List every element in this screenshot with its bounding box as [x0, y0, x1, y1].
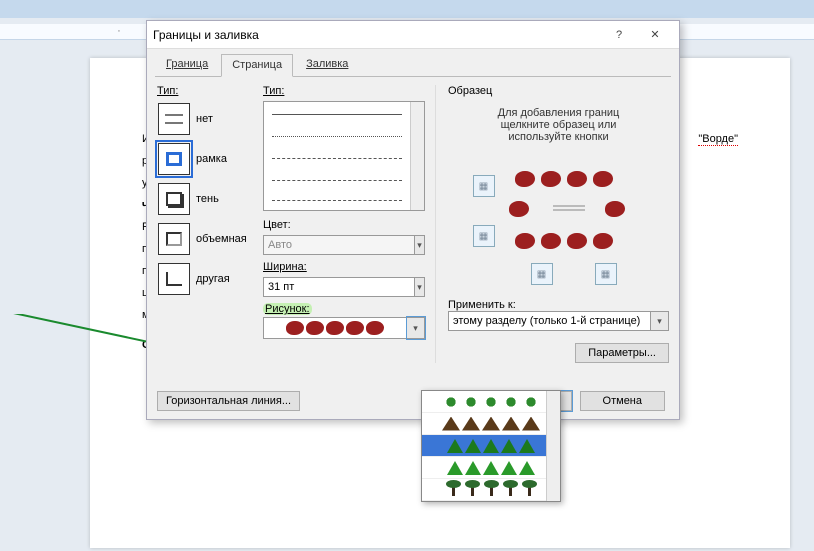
border-right-toggle[interactable]: ▦ [595, 263, 617, 285]
preset-3d[interactable]: объемная [157, 221, 253, 257]
dialog-tabs: Граница Страница Заливка [147, 49, 679, 76]
hint-line: используйте кнопки [448, 131, 669, 143]
preset-none-icon [158, 103, 190, 135]
dialog-body: Тип: нет рамка тень объемная другая [147, 77, 679, 369]
tab-fill[interactable]: Заливка [295, 53, 359, 76]
picture-option[interactable] [422, 413, 560, 435]
close-button[interactable]: ✕ [637, 22, 673, 48]
width-label: Ширина: [263, 261, 425, 273]
preset-none[interactable]: нет [157, 101, 253, 137]
ribbon-placeholder [0, 0, 814, 18]
doc-text: "Ворде" [698, 128, 738, 150]
hint-line: Для добавления границ [448, 107, 669, 119]
picture-option[interactable] [422, 479, 560, 501]
preset-label: рамка [196, 153, 227, 165]
preset-shadow-icon [158, 183, 190, 215]
sample-label: Образец [448, 85, 669, 97]
ruler-tick: · [100, 25, 138, 37]
preset-box-icon [158, 143, 190, 175]
picture-label-wrap: Рисунок: [263, 303, 425, 315]
color-label: Цвет: [263, 219, 425, 231]
doc-word-underlined: "Ворде" [698, 133, 738, 146]
apply-to-combo[interactable]: ▾ [448, 311, 669, 331]
dropdown-icon[interactable]: ▾ [415, 235, 425, 255]
preset-label: другая [196, 273, 230, 285]
apply-to-label: Применить к: [448, 299, 669, 311]
border-top-toggle[interactable]: ▦ [473, 175, 495, 197]
border-left-toggle[interactable]: ▦ [531, 263, 553, 285]
sample-column: Образец Для добавления границ щелкните о… [435, 85, 669, 363]
horizontal-line-button[interactable]: Горизонтальная линия... [157, 391, 300, 411]
dropdown-icon[interactable]: ▾ [651, 311, 669, 331]
line-type-label: Тип: [263, 85, 425, 97]
dialog-titlebar[interactable]: Границы и заливка ? ✕ [147, 21, 679, 49]
preset-label: тень [196, 193, 219, 205]
sample-hint: Для добавления границ щелкните образец и… [448, 107, 669, 143]
parameters-button[interactable]: Параметры... [575, 343, 669, 363]
preset-shadow[interactable]: тень [157, 181, 253, 217]
preset-custom-icon [158, 263, 190, 295]
scrollbar[interactable] [546, 391, 560, 501]
style-column: Тип: Цвет: ▾ Ширина: ▾ Рисунок: [263, 85, 425, 363]
borders-shading-dialog: Границы и заливка ? ✕ Граница Страница З… [146, 20, 680, 420]
preset-label: нет [196, 113, 213, 125]
width-value[interactable] [263, 277, 415, 297]
dropdown-icon[interactable]: ▾ [415, 277, 425, 297]
type-label: Тип: [157, 85, 253, 97]
picture-preview [263, 317, 407, 339]
preset-column: Тип: нет рамка тень объемная другая [157, 85, 253, 363]
picture-combo[interactable]: ▾ [263, 317, 425, 339]
preset-label: объемная [196, 233, 247, 245]
hint-line: щелкните образец или [448, 119, 669, 131]
tab-page[interactable]: Страница [221, 54, 293, 77]
apply-to-value[interactable] [448, 311, 651, 331]
color-value[interactable] [263, 235, 415, 255]
sample-preview[interactable]: ▦ ▦ ▦ ▦ [469, 153, 649, 283]
border-bottom-toggle[interactable]: ▦ [473, 225, 495, 247]
picture-option[interactable] [422, 457, 560, 479]
picture-option[interactable] [422, 391, 560, 413]
preset-box[interactable]: рамка [157, 141, 253, 177]
preset-custom[interactable]: другая [157, 261, 253, 297]
dialog-title: Границы и заливка [153, 28, 601, 42]
cancel-button[interactable]: Отмена [580, 391, 665, 411]
picture-label: Рисунок: [263, 303, 312, 315]
color-combo[interactable]: ▾ [263, 235, 425, 255]
apply-to-row: Применить к: ▾ Параметры... [448, 299, 669, 363]
preset-3d-icon [158, 223, 190, 255]
picture-option-selected[interactable] [422, 435, 560, 457]
line-style-list[interactable] [263, 101, 425, 211]
help-button[interactable]: ? [601, 22, 637, 48]
scrollbar[interactable] [410, 102, 424, 210]
width-combo[interactable]: ▾ [263, 277, 425, 297]
dropdown-icon[interactable]: ▾ [407, 317, 425, 339]
picture-dropdown-list[interactable] [421, 390, 561, 502]
sample-page[interactable] [509, 171, 629, 253]
tab-border[interactable]: Граница [155, 53, 219, 76]
